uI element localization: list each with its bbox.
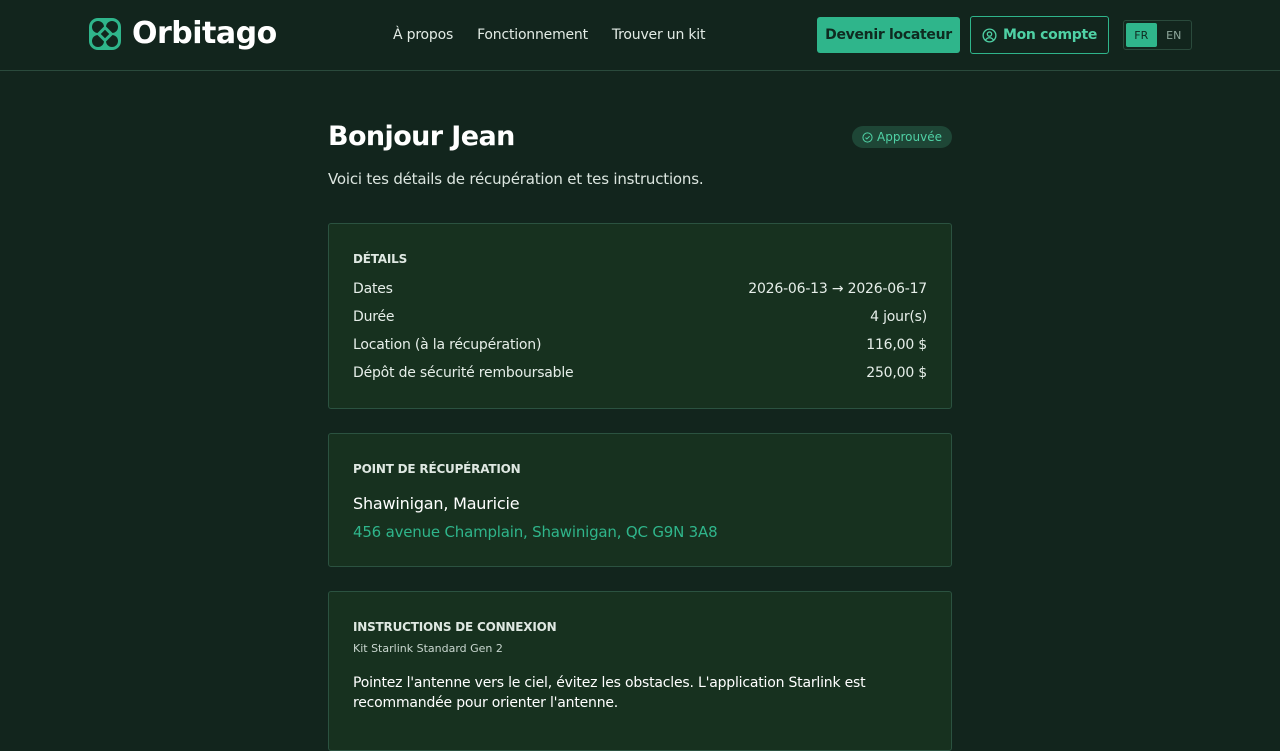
detail-value: 4 jour(s): [870, 309, 927, 325]
nav-link-find-kit[interactable]: Trouver un kit: [612, 25, 706, 45]
detail-value: 116,00 $: [866, 337, 927, 353]
instructions-title: INSTRUCTIONS DE CONNEXION: [353, 620, 557, 634]
detail-row-deposit: Dépôt de sécurité remboursable 250,00 $: [353, 359, 927, 387]
pickup-city: Shawinigan, Mauricie: [353, 494, 520, 513]
become-host-button[interactable]: Devenir locateur: [817, 17, 960, 53]
status-badge-label: Approuvée: [877, 130, 942, 144]
detail-label: Durée: [353, 309, 395, 325]
lang-en-button[interactable]: EN: [1159, 23, 1190, 47]
site-header: Orbitago À propos Fonctionnement Trouver…: [0, 0, 1280, 71]
language-switcher: FR EN: [1123, 20, 1192, 50]
check-circle-icon: [862, 131, 873, 143]
detail-label: Dépôt de sécurité remboursable: [353, 365, 574, 381]
lang-fr-button[interactable]: FR: [1126, 23, 1157, 47]
details-title: DÉTAILS: [353, 252, 408, 266]
user-circle-icon: [982, 27, 997, 43]
detail-label: Dates: [353, 281, 393, 297]
detail-label: Location (à la récupération): [353, 337, 542, 353]
page-title: Bonjour Jean: [328, 121, 515, 152]
detail-value: 2026-06-13 → 2026-06-17: [748, 281, 927, 297]
page-subtitle: Voici tes détails de récupération et tes…: [328, 170, 704, 188]
pickup-title: POINT DE RÉCUPÉRATION: [353, 462, 521, 476]
brand-name: Orbitago: [132, 16, 277, 51]
pickup-card: POINT DE RÉCUPÉRATION Shawinigan, Mauric…: [328, 433, 952, 567]
my-account-label: Mon compte: [1002, 27, 1098, 43]
detail-row-rental: Location (à la récupération) 116,00 $: [353, 331, 927, 359]
my-account-button[interactable]: Mon compte: [970, 16, 1109, 54]
main-nav: À propos Fonctionnement Trouver un kit: [393, 25, 729, 45]
orbitago-logo-icon: [89, 18, 121, 50]
status-badge: Approuvée: [852, 126, 952, 148]
detail-row-duration: Durée 4 jour(s): [353, 303, 927, 331]
nav-link-how-it-works[interactable]: Fonctionnement: [477, 25, 588, 45]
pickup-address-link[interactable]: 456 avenue Champlain, Shawinigan, QC G9N…: [353, 521, 927, 543]
instructions-card: INSTRUCTIONS DE CONNEXION Kit Starlink S…: [328, 591, 952, 751]
details-card: DÉTAILS Dates 2026-06-13 → 2026-06-17 Du…: [328, 223, 952, 409]
brand-logo[interactable]: Orbitago: [88, 16, 277, 52]
kit-name: Kit Starlink Standard Gen 2: [353, 642, 503, 655]
instructions-text: Pointez l'antenne vers le ciel, évitez l…: [353, 675, 866, 711]
detail-row-dates: Dates 2026-06-13 → 2026-06-17: [353, 275, 927, 303]
nav-link-about[interactable]: À propos: [393, 25, 453, 45]
detail-value: 250,00 $: [866, 365, 927, 381]
